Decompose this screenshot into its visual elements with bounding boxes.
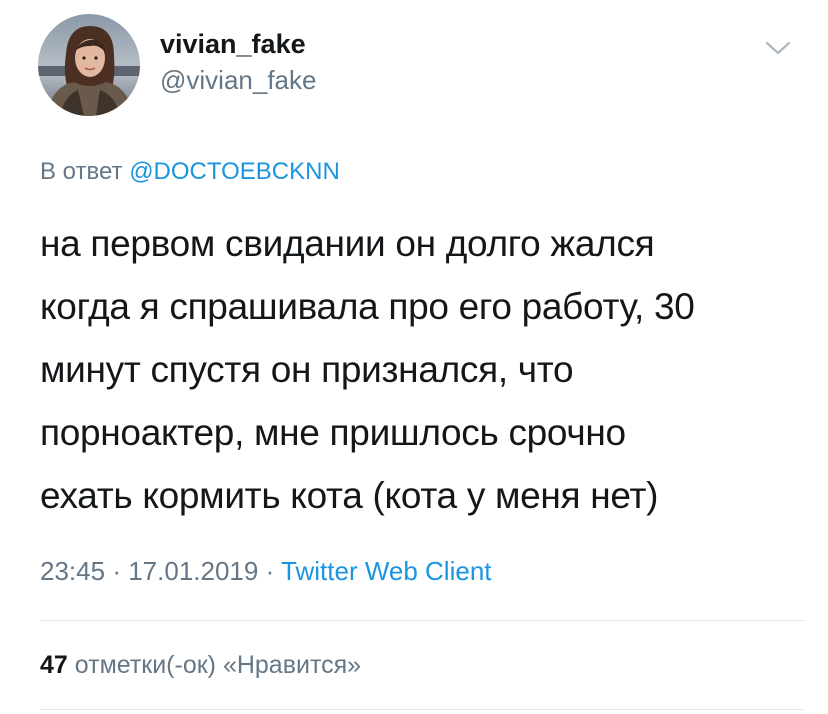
likes-count: 47 — [40, 651, 68, 679]
tweet-text-line: на первом свидании он долго жался — [40, 223, 655, 264]
likes-label: отметки(-ок) «Нравится» — [74, 651, 362, 679]
tweet-text-line: ехать кормить кота (кота у меня нет) — [40, 475, 659, 516]
tweet-client-link[interactable]: Twitter Web Client — [281, 556, 491, 586]
likes-summary[interactable]: 47 отметки(-ок) «Нравится» — [40, 648, 361, 682]
tweet-date: 17.01.2019 — [128, 556, 259, 586]
tweet-text: на первом свидании он долго жался когда … — [40, 212, 800, 527]
divider — [40, 620, 804, 621]
avatar[interactable] — [38, 14, 140, 116]
avatar-image — [38, 14, 140, 116]
divider — [40, 709, 804, 710]
tweet-time: 23:45 — [40, 556, 106, 586]
reply-mention-link[interactable]: @DOCTOEBCKNN — [129, 158, 340, 185]
reply-context: В ответ @DOCTOEBCKNN — [40, 156, 340, 188]
tweet-text-line: порноактер, мне пришлось срочно — [40, 412, 626, 453]
reply-prefix: В ответ — [40, 158, 123, 185]
tweet-text-line: когда я спрашивала про его работу, 30 — [40, 286, 695, 327]
tweet: vivian_fake @vivian_fake В ответ @DOCTOE… — [0, 0, 828, 714]
chevron-down-icon[interactable] — [764, 38, 792, 58]
user-handle[interactable]: @vivian_fake — [160, 64, 316, 96]
tweet-text-line: минут спустя он признался, что — [40, 349, 574, 390]
meta-separator: · — [265, 556, 275, 586]
meta-separator: · — [112, 556, 121, 586]
user-display-name[interactable]: vivian_fake — [160, 28, 306, 60]
tweet-meta: 23:45 · 17.01.2019 · Twitter Web Client — [40, 554, 492, 588]
